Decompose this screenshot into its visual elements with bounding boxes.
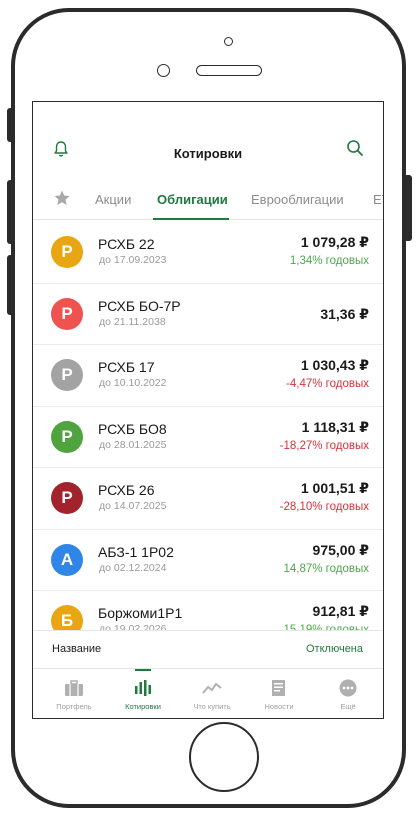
mute-switch	[7, 108, 15, 142]
bond-yield: -28,10% годовых	[279, 501, 369, 513]
bond-row[interactable]: Б Боржоми1Р1 до 19.02.2026 912,81 ₽15,19% г…	[33, 591, 383, 630]
nav-quotes[interactable]: Котировки	[108, 669, 178, 718]
nav-label-news: Новости	[264, 702, 294, 711]
bond-price: 1 118,31 ₽	[301, 418, 369, 435]
bond-name: РСХБ 22	[98, 236, 155, 252]
bond-price: 975,00 ₽	[312, 541, 369, 558]
more-icon	[339, 679, 357, 697]
nav-label-more: Ещё	[340, 702, 356, 711]
earpiece-speaker	[196, 65, 262, 76]
bond-price: 31,36 ₽	[320, 305, 369, 322]
issuer-avatar: Р	[51, 236, 83, 268]
bond-maturity: до 10.10.2022	[99, 377, 167, 389]
bond-row[interactable]: Р РСХБ БО-7Р до 21.11.2038 31,36 ₽	[33, 284, 383, 345]
nav-label-portfolio: Портфель	[56, 702, 92, 711]
briefcase-icon	[65, 680, 83, 696]
issuer-avatar: Р	[51, 359, 83, 391]
issuer-avatar: Р	[51, 482, 83, 514]
home-button[interactable]	[189, 722, 259, 792]
bond-row[interactable]: Р РСХБ БО8 до 28.01.2025 1 118,31 ₽ -18,27% …	[33, 407, 383, 468]
proximity-sensor	[157, 64, 170, 77]
bond-name: АБЗ-1 1Р02	[98, 543, 174, 560]
tab-bonds[interactable]: Облигации	[157, 192, 228, 207]
bond-maturity: до 21.11.2038	[99, 315, 166, 328]
nav-what-to-buy[interactable]: Что купить	[177, 669, 247, 718]
bond-price: 1 079,28 ₽	[300, 234, 369, 250]
bond-name: РСХБ БО8	[98, 420, 167, 437]
quotes-chart-icon	[135, 680, 151, 696]
bond-row[interactable]: Р РСХБ 17 до 10.10.2022 1 030,43 ₽ -4,47% го…	[33, 345, 383, 407]
bond-price: 912,81 ₽	[312, 603, 369, 619]
page-title: Котировки	[173, 146, 243, 161]
sort-bar[interactable]: Название Отключена	[33, 630, 383, 666]
issuer-avatar: Р	[51, 297, 83, 330]
bond-name: Боржоми1Р1	[98, 605, 183, 621]
bond-name: РСХБ БО-7Р	[98, 297, 181, 314]
bond-yield: -18,27% годовых	[279, 439, 369, 452]
bond-price: 1 001,51 ₽	[300, 480, 369, 496]
tab-eurobonds[interactable]: Еврооблигации	[251, 192, 344, 207]
sort-label: Название	[52, 643, 102, 655]
bond-maturity: до 14.07.2025	[99, 500, 167, 512]
front-camera	[224, 37, 233, 46]
volume-down-button	[7, 255, 15, 315]
nav-portfolio[interactable]: Портфель	[39, 669, 109, 718]
search-icon[interactable]	[346, 139, 364, 157]
bottom-nav: Портфель Котировки Что купить Новости Ещ…	[33, 668, 383, 718]
bond-yield: 1,34% годовых	[289, 255, 369, 267]
bond-row[interactable]: А АБЗ-1 1Р02 до 02.12.2024 975,00 ₽ 14,87% г…	[33, 530, 383, 591]
nav-active-indicator	[135, 669, 151, 671]
star-icon[interactable]	[53, 189, 71, 207]
bond-maturity: до 19.02.2026	[99, 623, 167, 630]
news-icon	[272, 680, 285, 696]
bond-maturity: до 02.12.2024	[99, 561, 167, 574]
tab-etf[interactable]: ET	[373, 192, 383, 207]
nav-more[interactable]: Ещё	[313, 669, 383, 718]
top-bar: Котировки	[33, 102, 383, 178]
active-tab-indicator	[153, 218, 229, 220]
app-screen: Котировки Акции Облигации Еврооблигации …	[32, 101, 384, 719]
issuer-avatar: А	[51, 543, 83, 576]
bond-row[interactable]: Р РСХБ 22 до 17.09.2023 1 079,28 ₽ 1,34% год…	[33, 222, 383, 284]
bond-yield: 14,87% годовых	[283, 562, 369, 575]
nav-label-what-to-buy: Что купить	[193, 702, 231, 711]
bond-row[interactable]: Р РСХБ 26 до 14.07.2025 1 001,51 ₽ -28,10% г…	[33, 468, 383, 530]
bond-maturity: до 28.01.2025	[99, 438, 167, 451]
sort-value[interactable]: Отключена	[306, 643, 363, 655]
nav-label-quotes: Котировки	[125, 702, 161, 711]
tab-stocks[interactable]: Акции	[95, 192, 131, 207]
nav-news[interactable]: Новости	[244, 669, 314, 718]
bond-name: РСХБ 17	[98, 359, 155, 375]
market-tabs: Акции Облигации Еврооблигации ET	[33, 182, 383, 220]
bond-name: РСХБ 26	[98, 482, 155, 498]
issuer-avatar: Р	[51, 420, 83, 453]
bond-maturity: до 17.09.2023	[99, 254, 167, 266]
bond-list: Р РСХБ 22 до 17.09.2023 1 079,28 ₽ 1,34% год…	[33, 222, 383, 630]
trend-icon	[202, 683, 222, 694]
bond-price: 1 030,43 ₽	[300, 357, 369, 373]
issuer-avatar: Б	[51, 605, 83, 630]
volume-up-button	[7, 180, 15, 244]
power-button	[404, 175, 412, 241]
bond-yield: -4,47% годовых	[286, 378, 369, 390]
